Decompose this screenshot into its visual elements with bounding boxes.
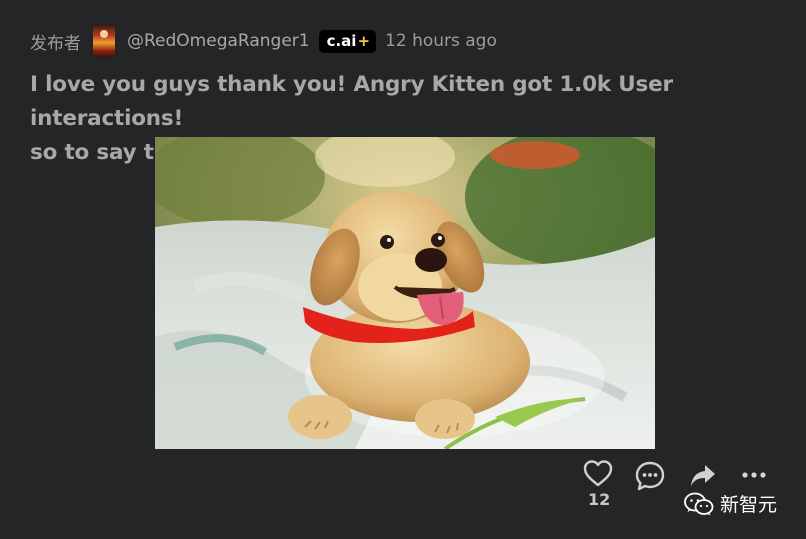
watermark-text: 新智元: [720, 494, 778, 516]
post-image[interactable]: [155, 137, 655, 449]
posted-by-label: 发布者: [30, 33, 81, 54]
cai-plus-badge: c.ai +: [318, 29, 377, 53]
puppy-photo: [155, 137, 655, 449]
post-timestamp: 12 hours ago: [385, 31, 497, 51]
wechat-icon: [684, 492, 714, 515]
heart-icon: [583, 460, 613, 487]
badge-text: c.ai: [326, 31, 357, 50]
post-card: 发布者 @RedOmegaRanger1 c.ai + 12 hours ago …: [0, 0, 806, 539]
more-icon: [742, 472, 766, 478]
like-button[interactable]: [583, 458, 613, 488]
post-header: 发布者 @RedOmegaRanger1 c.ai + 12 hours ago: [30, 24, 497, 58]
more-options-button[interactable]: [740, 465, 768, 485]
watermark: 新智元: [684, 490, 777, 517]
comment-button[interactable]: [634, 460, 666, 492]
share-icon: [691, 465, 715, 486]
comment-icon: [635, 461, 665, 491]
post-title-line-1: I love you guys thank you! Angry Kitten …: [30, 72, 673, 131]
avatar[interactable]: [93, 24, 115, 58]
share-button[interactable]: [689, 462, 717, 490]
username-link[interactable]: @RedOmegaRanger1: [127, 31, 310, 51]
like-count: 12: [588, 490, 611, 509]
badge-plus: +: [357, 31, 371, 50]
